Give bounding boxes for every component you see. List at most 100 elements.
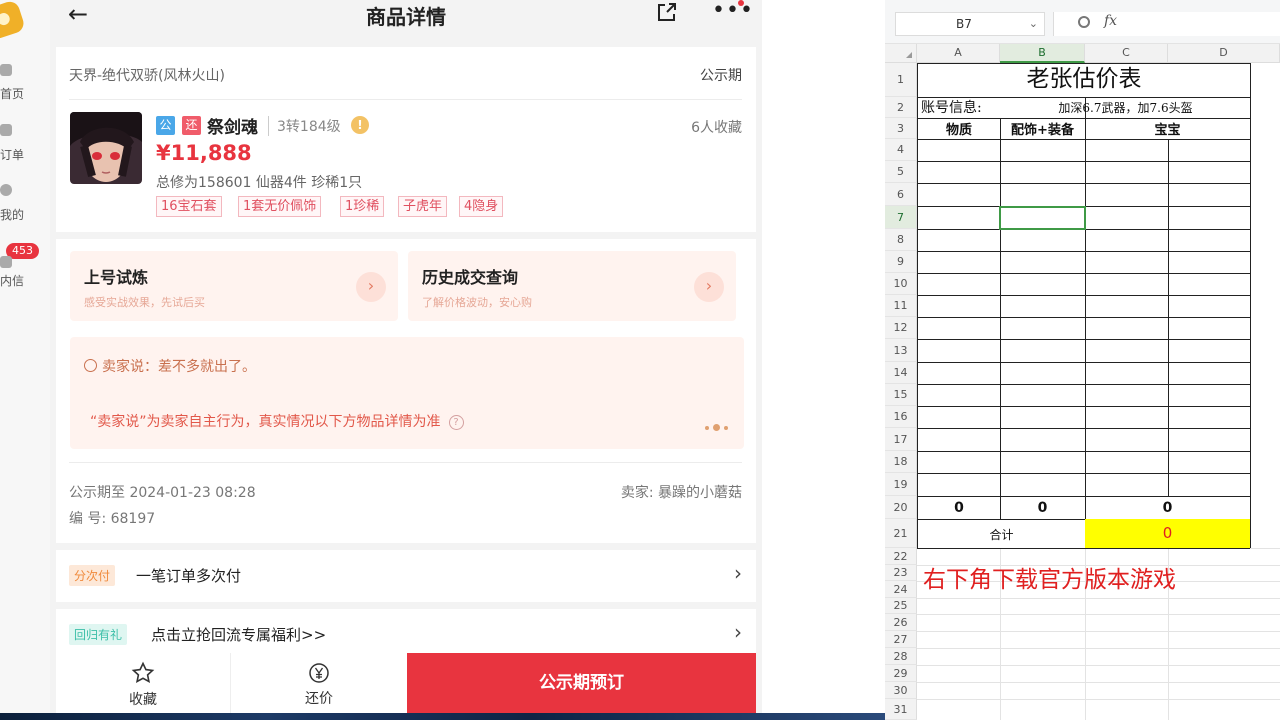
column-header-b[interactable]: B <box>1000 44 1085 63</box>
row-header-24[interactable]: 24 <box>885 581 917 598</box>
row-header-31[interactable]: 31 <box>885 699 917 720</box>
row-header-5[interactable]: 5 <box>885 161 917 183</box>
table-line <box>917 406 1250 407</box>
seller-name[interactable]: 卖家: 暴躁的小蘑菇 <box>621 482 742 502</box>
row-header-12[interactable]: 12 <box>885 317 917 339</box>
table-border <box>1250 63 1251 548</box>
table-line <box>917 473 1250 474</box>
row-header-23[interactable]: 23 <box>885 565 917 581</box>
name-box-value: B7 <box>956 17 972 31</box>
feature-chip: 子虎年 <box>398 196 448 217</box>
search-icon[interactable] <box>1078 16 1090 28</box>
return-tag: 还 <box>182 116 201 135</box>
row-header-2[interactable]: 2 <box>885 97 917 118</box>
promo-text: 右下角下载官方版本游戏 <box>923 567 1176 593</box>
nav-item-messages[interactable]: 内信 <box>0 272 44 289</box>
row-header-18[interactable]: 18 <box>885 451 917 473</box>
more-icon[interactable]: ••• <box>712 0 754 23</box>
grid-line <box>917 598 1280 599</box>
material-sum: 0 <box>954 500 964 516</box>
select-all-corner[interactable] <box>885 44 917 63</box>
services-card: 上号试炼 感受实战效果，先试后买 › 历史成交查询 了解价格波动，安心购 › 卖… <box>56 239 756 543</box>
table-line <box>1000 118 1001 519</box>
public-until: 公示期至 2024-01-23 08:28 <box>69 485 256 501</box>
bottom-action-bar: 收藏 还价 公示期预订 <box>56 653 756 714</box>
row-header-9[interactable]: 9 <box>885 251 917 273</box>
total-label: 合计 <box>989 528 1014 542</box>
nav-item-home[interactable]: 首页 <box>0 85 44 102</box>
row-header-20[interactable]: 20 <box>885 496 917 519</box>
row-header-11[interactable]: 11 <box>885 295 917 317</box>
character-avatar[interactable] <box>70 112 142 184</box>
share-icon[interactable] <box>656 1 678 23</box>
table-line <box>917 161 1250 162</box>
trial-login-tile[interactable]: 上号试炼 感受实战效果，先试后买 › <box>70 251 398 321</box>
installment-row[interactable]: 分次付 一笔订单多次付 › <box>56 550 756 602</box>
row-header-1[interactable]: 1 <box>885 63 917 97</box>
tile-title: 历史成交查询 <box>422 268 519 287</box>
row-header-14[interactable]: 14 <box>885 362 917 384</box>
table-line <box>917 496 1250 497</box>
help-icon[interactable]: ? <box>448 415 464 430</box>
column-header-c[interactable]: C <box>1085 44 1168 63</box>
row-header-19[interactable]: 19 <box>885 473 917 496</box>
favorite-label: 收藏 <box>129 692 157 708</box>
seller-disclaimer: “卖家说”为卖家自主行为，真实情况以下方物品详情为准? <box>90 411 464 431</box>
row-header-30[interactable]: 30 <box>885 682 917 699</box>
favorite-button[interactable]: 收藏 <box>56 653 230 714</box>
account-label: 账号信息: <box>921 100 982 116</box>
row-header-25[interactable]: 25 <box>885 598 917 614</box>
selected-cell-b7[interactable] <box>999 206 1086 230</box>
row-header-6[interactable]: 6 <box>885 183 917 206</box>
row-header-3[interactable]: 3 <box>885 118 917 139</box>
header-pet: 宝宝 <box>1154 123 1181 138</box>
column-header-a[interactable]: A <box>917 44 1000 63</box>
fx-icon[interactable]: fx <box>1104 13 1117 29</box>
return-gift-text: 点击立抢回流专属福利>> <box>151 626 327 644</box>
column-header-d[interactable]: D <box>1168 44 1280 63</box>
chevron-right-icon: › <box>734 620 742 644</box>
public-tag: 公 <box>156 116 175 135</box>
nav-item-mine[interactable]: 我的 <box>0 206 44 223</box>
row-header-15[interactable]: 15 <box>885 384 917 406</box>
row-header-29[interactable]: 29 <box>885 665 917 682</box>
seller-message-box: 卖家说：差不多就出了。 “卖家说”为卖家自主行为，真实情况以下方物品详情为准? <box>70 337 744 449</box>
row-header-26[interactable]: 26 <box>885 614 917 631</box>
row-header-16[interactable]: 16 <box>885 406 917 428</box>
total-value: 0 <box>1162 524 1173 542</box>
product-detail-app: ← 商品详情 ••• 天界-绝代双骄(风林火山) 公示期 公 还 祭剑魂 3转1… <box>50 0 762 714</box>
row-header-13[interactable]: 13 <box>885 339 917 362</box>
row-header-10[interactable]: 10 <box>885 273 917 295</box>
row-header-28[interactable]: 28 <box>885 648 917 665</box>
installment-text: 一笔订单多次付 <box>136 567 242 585</box>
price-history-tile[interactable]: 历史成交查询 了解价格波动，安心购 › <box>408 251 736 321</box>
formula-input[interactable]: fx <box>1053 12 1280 36</box>
message-icon <box>0 256 12 268</box>
grid-line <box>917 665 1280 666</box>
table-line <box>917 251 1250 252</box>
feature-chip: 16宝石套 <box>156 196 222 217</box>
row-header-21[interactable]: 21 <box>885 519 917 548</box>
nav-item-orders[interactable]: 订单 <box>0 146 44 163</box>
star-icon <box>131 661 155 684</box>
table-line <box>917 362 1250 363</box>
row-header-27[interactable]: 27 <box>885 631 917 648</box>
row-header-17[interactable]: 17 <box>885 428 917 451</box>
table-line <box>917 139 1250 140</box>
favorite-count: 6人收藏 <box>691 120 742 136</box>
row-header-22[interactable]: 22 <box>885 548 917 565</box>
bargain-button[interactable]: 还价 <box>231 653 407 714</box>
name-box[interactable]: B7 ⌄ <box>895 12 1045 36</box>
row-header-4[interactable]: 4 <box>885 139 917 161</box>
table-line <box>1085 97 1086 548</box>
table-line <box>917 384 1250 385</box>
chat-icon <box>84 359 97 372</box>
role-level: 3转184级 <box>268 116 341 136</box>
table-line <box>917 317 1250 318</box>
row-header-8[interactable]: 8 <box>885 229 917 251</box>
reserve-button[interactable]: 公示期预订 <box>407 653 756 714</box>
row-header-7[interactable]: 7 <box>885 206 917 229</box>
chevron-right-icon: › <box>694 272 724 302</box>
price: ¥11,888 <box>156 141 252 165</box>
info-icon[interactable]: ! <box>351 116 369 134</box>
